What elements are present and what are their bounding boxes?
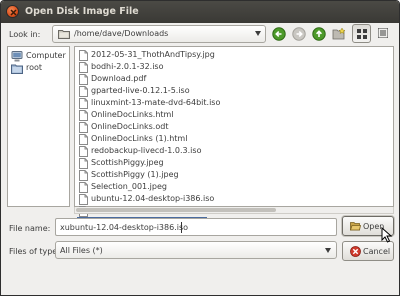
file-icon <box>79 194 88 205</box>
close-window-button[interactable] <box>6 5 19 18</box>
file-icon <box>79 170 88 181</box>
place-label: Computer <box>26 51 66 60</box>
file-icon <box>79 110 88 121</box>
file-row[interactable]: ScottishPiggy (1).jpeg <box>77 169 211 181</box>
file-row[interactable]: linuxmint-13-mate-dvd-64bit.iso <box>77 97 220 109</box>
file-type-value: All Files (*) <box>60 246 103 255</box>
file-name: OnlineDocLinks (1).html <box>91 134 188 143</box>
file-name: Selection_001.jpeg <box>91 182 167 191</box>
place-label: root <box>26 63 43 72</box>
file-icon <box>79 122 88 133</box>
chevron-down-icon <box>325 248 331 253</box>
file-icon <box>79 50 88 61</box>
file-icon <box>79 134 88 145</box>
file-name-value: xubuntu-12.04-desktop-i386.iso <box>60 223 189 232</box>
file-icon <box>79 74 88 85</box>
cancel-icon <box>350 246 361 257</box>
mouse-pointer-icon <box>381 227 393 243</box>
folder-icon <box>58 30 70 39</box>
file-icon <box>79 86 88 97</box>
computer-icon <box>11 51 23 62</box>
file-name: gparted-live-0.12.1-5.iso <box>91 86 190 95</box>
file-row[interactable]: OnlineDocLinks.html <box>77 109 211 121</box>
file-row[interactable]: 2012-05-31_ThothAndTipsy.jpg <box>77 49 215 61</box>
close-icon <box>10 9 17 16</box>
file-icon <box>79 146 88 157</box>
file-list: 2012-05-31_ThothAndTipsy.jpg bodhi-2.0.1-… <box>74 46 394 229</box>
list-view-button[interactable] <box>352 24 371 43</box>
file-name: redobackup-livecd-1.0.3.iso <box>91 146 202 155</box>
file-name: ScottishPiggy.jpeg <box>91 158 164 167</box>
back-arrow-icon <box>272 27 286 41</box>
file-row[interactable]: redobackup-livecd-1.0.3.iso <box>77 145 211 157</box>
file-type-combo[interactable]: All Files (*) <box>55 241 337 259</box>
cancel-button-label: Cancel <box>363 247 391 256</box>
file-icon <box>79 182 88 193</box>
title-bar: Open Disk Image File <box>1 1 399 23</box>
file-name: ubuntu-12.04-desktop-i386.iso <box>91 194 215 203</box>
open-folder-icon <box>350 222 361 231</box>
file-icon <box>79 158 88 169</box>
file-icon <box>79 62 88 73</box>
file-icon <box>79 98 88 109</box>
list-view-icon <box>357 29 367 39</box>
text-caret <box>181 222 182 233</box>
look-in-combo[interactable]: /home/dave/Downloads <box>52 25 266 43</box>
horizontal-scrollbar[interactable] <box>74 207 394 214</box>
detail-view-button[interactable] <box>374 24 393 43</box>
new-folder-button[interactable] <box>331 25 347 43</box>
file-name: linuxmint-13-mate-dvd-64bit.iso <box>91 98 221 107</box>
look-in-label: Look in: <box>9 30 41 39</box>
scrollbar-thumb[interactable] <box>76 208 276 212</box>
file-name: Download.pdf <box>91 74 147 83</box>
file-row[interactable]: bodhi-2.0.1-32.iso <box>77 61 211 73</box>
back-button[interactable] <box>271 25 287 43</box>
file-name: OnlineDocLinks.html <box>91 110 174 119</box>
file-name: OnlineDocLinks.odt <box>91 122 169 131</box>
file-type-label: Files of type: <box>9 247 60 256</box>
open-disk-image-dialog: Open Disk Image File Look in: /home/dave… <box>0 0 400 296</box>
forward-arrow-icon <box>292 27 306 41</box>
file-row[interactable]: Selection_001.jpeg <box>77 181 211 193</box>
forward-button[interactable] <box>291 25 307 43</box>
home-folder-icon <box>11 64 23 74</box>
file-name-label: File name: <box>9 224 51 233</box>
places-sidebar: Computer root <box>7 46 70 207</box>
file-name: ScottishPiggy (1).jpeg <box>91 170 179 179</box>
detail-view-icon <box>378 28 388 38</box>
file-row[interactable]: OnlineDocLinks.odt <box>77 121 211 133</box>
up-arrow-icon <box>312 27 326 41</box>
file-name-input[interactable]: xubuntu-12.04-desktop-i386.iso <box>55 218 337 236</box>
file-name: bodhi-2.0.1-32.iso <box>91 62 164 71</box>
file-name: 2012-05-31_ThothAndTipsy.jpg <box>91 50 215 59</box>
look-in-value: /home/dave/Downloads <box>74 29 169 38</box>
chevron-down-icon <box>255 31 261 36</box>
cancel-button[interactable]: Cancel <box>342 241 394 261</box>
place-computer[interactable]: Computer <box>11 50 69 62</box>
file-row[interactable]: ScottishPiggy.jpeg <box>77 157 211 169</box>
place-root[interactable]: root <box>11 62 69 74</box>
up-folder-button[interactable] <box>311 25 327 43</box>
file-row[interactable]: OnlineDocLinks (1).html <box>77 133 211 145</box>
window-title: Open Disk Image File <box>25 6 139 17</box>
file-row[interactable]: Download.pdf <box>77 73 211 85</box>
new-folder-icon <box>332 27 346 40</box>
file-row[interactable]: ubuntu-12.04-desktop-i386.iso <box>77 193 215 205</box>
file-row[interactable]: gparted-live-0.12.1-5.iso <box>77 85 211 97</box>
